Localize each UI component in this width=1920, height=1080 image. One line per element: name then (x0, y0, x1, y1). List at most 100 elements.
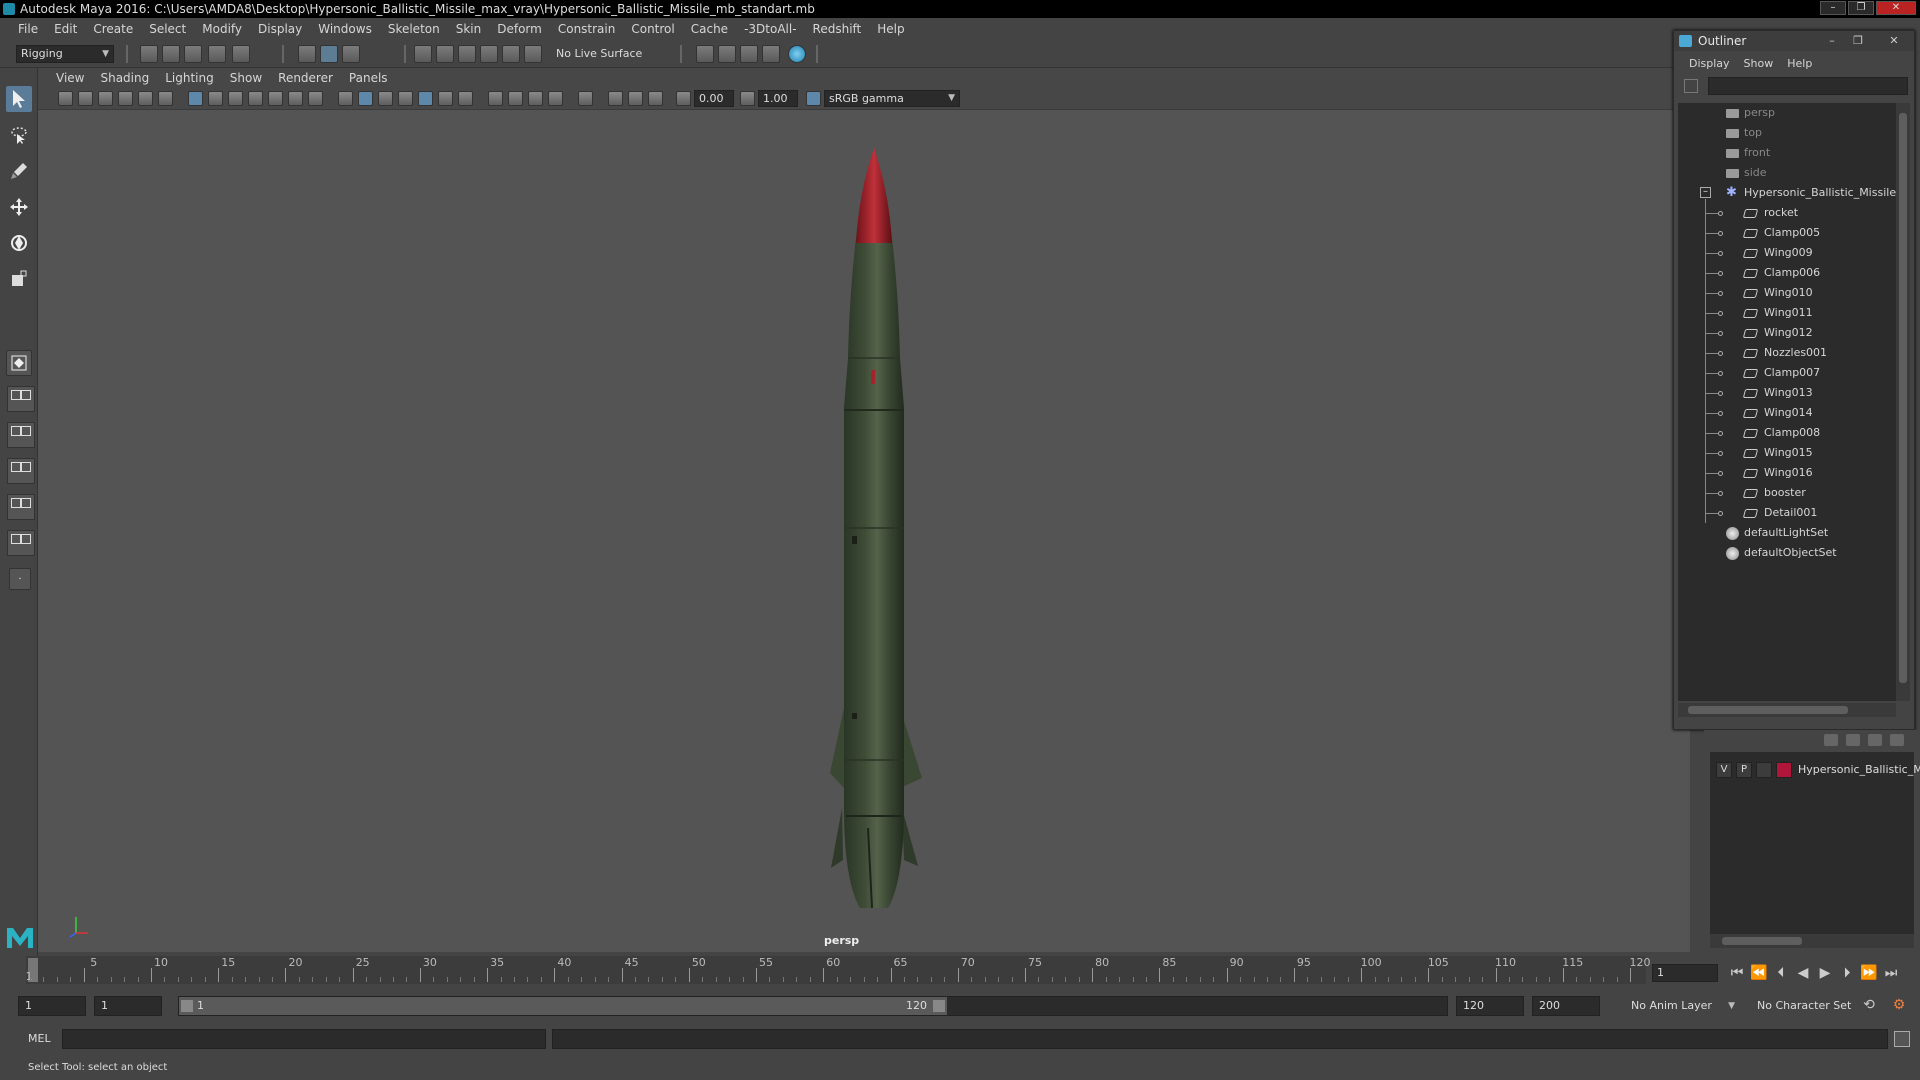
view-transform-dropdown[interactable]: sRGB gamma ▼ (824, 90, 960, 107)
new-layer-selected-icon[interactable] (1890, 734, 1904, 746)
move-layer-up-icon[interactable] (1824, 734, 1838, 746)
panel-menu-shading[interactable]: Shading (92, 71, 157, 85)
side-by-side-layout-icon[interactable] (7, 422, 35, 448)
depth-of-field-icon[interactable] (548, 91, 563, 106)
wireframe-icon[interactable] (338, 91, 353, 106)
save-scene-icon[interactable] (184, 45, 202, 63)
current-frame-field[interactable]: 1 (1652, 964, 1718, 982)
menu-redshift[interactable]: Redshift (805, 22, 870, 36)
outliner-item-child[interactable]: Wing009 (1678, 243, 1896, 263)
rotate-tool-icon[interactable] (6, 230, 32, 256)
scrollbar-thumb[interactable] (1899, 113, 1907, 683)
menu-set-dropdown[interactable]: Rigging ▼ (16, 45, 114, 63)
outliner-item-child[interactable]: Clamp006 (1678, 263, 1896, 283)
play-backwards-icon[interactable]: ◀ (1794, 964, 1812, 982)
outliner-item-child[interactable]: Wing012 (1678, 323, 1896, 343)
layer-row[interactable]: V P Hypersonic_Ballistic_M (1710, 760, 1920, 780)
render-frame-icon[interactable] (696, 45, 714, 63)
outliner-item-set[interactable]: defaultObjectSet (1678, 543, 1896, 563)
motion-blur-icon[interactable] (508, 91, 523, 106)
scrollbar-thumb[interactable] (1688, 706, 1848, 714)
menu-file[interactable]: File (10, 22, 46, 36)
panel-menu-lighting[interactable]: Lighting (157, 71, 222, 85)
time-slider-track[interactable]: 1 5 10 15 20 25 30 35 40 45 50 55 60 65 70 75 80 85 90 95 1… (26, 956, 1651, 984)
maximize-button[interactable]: ❐ (1848, 1, 1874, 15)
outliner-item-child[interactable]: Wing011 (1678, 303, 1896, 323)
menu-create[interactable]: Create (85, 22, 141, 36)
outliner-item-side[interactable]: side (1678, 163, 1896, 183)
isolate-select-icon[interactable] (578, 91, 593, 106)
select-hierarchy-icon[interactable] (298, 45, 316, 63)
smooth-shade-icon[interactable] (358, 91, 373, 106)
menu-modify[interactable]: Modify (194, 22, 250, 36)
gate-mask-icon[interactable] (248, 91, 263, 106)
end-time-field[interactable]: 200 (1532, 996, 1600, 1016)
anti-aliasing-icon[interactable] (528, 91, 543, 106)
outliner-item-child[interactable]: Wing010 (1678, 283, 1896, 303)
exposure-icon[interactable] (676, 91, 691, 106)
outliner-menu-show[interactable]: Show (1737, 57, 1781, 70)
auto-key-icon[interactable]: ⟲ (1860, 996, 1878, 1014)
filter-icon[interactable] (1684, 79, 1698, 93)
graph-persp-layout-icon[interactable] (7, 494, 35, 520)
anim-layer-dropdown[interactable]: No Anim Layer ▼ (1624, 996, 1740, 1016)
snap-curve-icon[interactable] (436, 45, 454, 63)
menu-display[interactable]: Display (250, 22, 310, 36)
step-back-key-icon[interactable]: ⏴ (1772, 964, 1790, 982)
outliner-close-button[interactable]: ✕ (1886, 34, 1902, 48)
panel-menu-show[interactable]: Show (222, 71, 270, 85)
open-scene-icon[interactable] (162, 45, 180, 63)
animation-preferences-icon[interactable]: ⚙ (1890, 996, 1908, 1014)
outliner-persp-layout-icon[interactable] (7, 458, 35, 484)
menu-constrain[interactable]: Constrain (550, 22, 624, 36)
live-surface-field[interactable]: No Live Surface (556, 46, 642, 62)
step-forward-key-icon[interactable]: ⏵ (1838, 964, 1856, 982)
outliner-menu-help[interactable]: Help (1780, 57, 1819, 70)
panel-menu-renderer[interactable]: Renderer (270, 71, 341, 85)
minimize-button[interactable]: – (1820, 1, 1846, 15)
textured-icon[interactable] (418, 91, 433, 106)
snap-rotate-icon[interactable] (524, 45, 542, 63)
menu-deform[interactable]: Deform (489, 22, 550, 36)
safe-action-icon[interactable] (288, 91, 303, 106)
outliner-item-child[interactable]: booster (1678, 483, 1896, 503)
character-set-dropdown[interactable]: No Character Set (1750, 996, 1868, 1016)
select-component-icon[interactable] (342, 45, 360, 63)
outliner-maximize-button[interactable]: ❐ (1850, 34, 1866, 48)
snap-grid-icon[interactable] (414, 45, 432, 63)
grid-icon[interactable] (188, 91, 203, 106)
outliner-title-bar[interactable]: Outliner – ❐ ✕ (1674, 31, 1914, 51)
outliner-item-child[interactable]: Wing013 (1678, 383, 1896, 403)
gamma-icon[interactable] (740, 91, 755, 106)
redo-icon[interactable] (232, 45, 250, 63)
menu-select[interactable]: Select (141, 22, 194, 36)
undo-icon[interactable] (208, 45, 226, 63)
single-perspective-layout-icon[interactable] (6, 350, 32, 376)
resolution-gate-icon[interactable] (228, 91, 243, 106)
menu-edit[interactable]: Edit (46, 22, 85, 36)
bookmarks-icon[interactable] (98, 91, 113, 106)
outliner-item-child[interactable]: Wing015 (1678, 443, 1896, 463)
outliner-item-group[interactable]: – ✱ Hypersonic_Ballistic_Missile_r (1678, 183, 1896, 203)
menu-3dtoall[interactable]: -3DtoAll- (736, 22, 804, 36)
outliner-vertical-scrollbar[interactable] (1896, 103, 1910, 701)
exposure-field[interactable]: 0.00 (694, 90, 734, 107)
paint-select-tool-icon[interactable] (6, 158, 32, 184)
missile-model[interactable] (738, 148, 998, 948)
menu-cache[interactable]: Cache (683, 22, 736, 36)
safe-title-icon[interactable] (308, 91, 323, 106)
snap-live-icon[interactable] (502, 45, 520, 63)
gamma-field[interactable]: 1.00 (758, 90, 798, 107)
script-editor-icon[interactable] (1894, 1031, 1910, 1047)
layer-color-swatch[interactable] (1776, 762, 1792, 778)
outliner-item-child[interactable]: rocket (1678, 203, 1896, 223)
select-object-icon[interactable] (320, 45, 338, 63)
perspective-viewport[interactable]: View Shading Lighting Show Renderer Pane… (38, 68, 1690, 952)
range-thumb[interactable]: 1 120 (179, 997, 947, 1015)
outliner-horizontal-scrollbar[interactable] (1678, 703, 1896, 717)
outliner-item-child[interactable]: Clamp007 (1678, 363, 1896, 383)
playback-start-field[interactable]: 1 (94, 996, 162, 1016)
play-forwards-icon[interactable]: ▶ (1816, 964, 1834, 982)
panel-menu-view[interactable]: View (48, 71, 92, 85)
color-management-icon[interactable] (806, 91, 821, 106)
